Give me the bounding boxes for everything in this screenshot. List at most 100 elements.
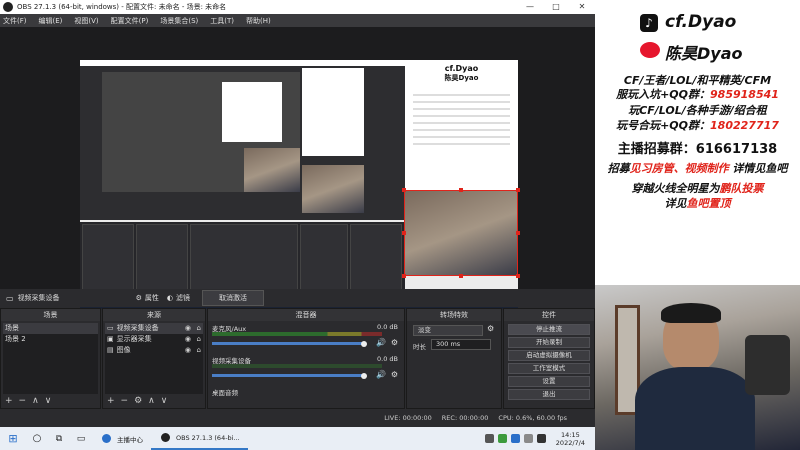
overlay-line-6: 招募见习房管、视频制作 详情见鱼吧: [607, 162, 788, 175]
volume-slider[interactable]: [212, 340, 367, 347]
scene-item[interactable]: 场景: [3, 323, 98, 334]
preview-canvas[interactable]: cf.Dyao 陈昊Dyao: [0, 27, 595, 309]
speaker-icon[interactable]: 🔊: [376, 370, 386, 379]
menu-help[interactable]: 帮助(H): [246, 16, 271, 26]
overlay-line-4: 玩号合玩+QQ群：180227717: [616, 119, 779, 132]
unlock-icon[interactable]: ⌂: [197, 345, 201, 356]
properties-button[interactable]: ⚙ 属性: [136, 293, 159, 303]
scenes-toolbar: + − ∧ ∨: [1, 394, 100, 408]
stop-streaming-button[interactable]: 停止推流: [508, 324, 590, 335]
controls-dock: 控件 停止推流 开始录制 启动虚拟摄像机 工作室模式 设置 退出: [503, 308, 595, 409]
sources-list: ▭ 视频采集设备 ◉ ⌂ ▣ 显示器采集 ◉ ⌂ ▤ 图像 ◉ ⌂: [105, 323, 203, 394]
transitions-dock: 转场特效 淡变 ⚙ 时长 300 ms: [406, 308, 502, 409]
screen: OBS 27.1.3 (64-bit, windows) - 配置文件: 未命名…: [0, 0, 800, 450]
windows-start-icon[interactable]: ⊞: [0, 427, 26, 450]
gear-icon[interactable]: ⚙: [487, 324, 494, 333]
mixer-channel: 视频采集设备 0.0 dB 🔊 ⚙: [208, 354, 404, 386]
start-virtual-camera-button[interactable]: 启动虚拟摄像机: [508, 350, 590, 361]
overlay-line-3: 玩CF/LOL/各种手游/绍合租: [628, 104, 767, 117]
scenes-title: 场景: [1, 309, 100, 321]
add-icon[interactable]: +: [5, 396, 13, 406]
tray-icon[interactable]: [497, 434, 507, 443]
overlay-line-7: 穿越火线全明星为鹏队投票: [631, 182, 764, 195]
remove-icon[interactable]: −: [19, 396, 27, 406]
add-icon[interactable]: +: [107, 396, 115, 406]
gear-icon[interactable]: ⚙: [391, 338, 398, 347]
menu-edit[interactable]: 编辑(E): [39, 16, 63, 26]
volume-meter: [212, 332, 382, 336]
menu-profile[interactable]: 配置文件(P): [111, 16, 149, 26]
task-view-icon[interactable]: ⧉: [48, 427, 70, 450]
transition-select[interactable]: 淡变: [413, 325, 483, 336]
overlay-line-2: 服玩入坑+QQ群：985918541: [616, 88, 779, 101]
volume-slider[interactable]: [212, 372, 367, 379]
search-icon[interactable]: ○: [26, 427, 48, 450]
nested-docks: [80, 222, 405, 294]
move-down-icon[interactable]: ∨: [45, 396, 52, 406]
move-down-icon[interactable]: ∨: [161, 396, 168, 406]
nested-webcam: [244, 148, 300, 192]
selected-source-bounds[interactable]: [402, 188, 520, 278]
webcam-feed: [595, 285, 800, 450]
clock[interactable]: 14:15 2022/7/4: [556, 431, 585, 447]
eye-icon[interactable]: ◉: [185, 345, 191, 356]
nested-text-overlay: cf.Dyao 陈昊Dyao: [405, 60, 518, 208]
overlay-line-5: 主播招募群：616617138: [617, 142, 778, 157]
controls-title: 控件: [504, 309, 594, 321]
menu-scene-collection[interactable]: 场景集合(S): [160, 16, 198, 26]
taskbar-app-obs[interactable]: OBS 27.1.3 (64-bi...: [151, 427, 248, 450]
remove-icon[interactable]: −: [121, 396, 129, 406]
overlay-line-8: 详见鱼吧置顶: [664, 197, 731, 210]
folder-icon[interactable]: ▭: [70, 427, 92, 450]
tray-icon[interactable]: [536, 434, 546, 443]
source-item[interactable]: ▤ 图像 ◉ ⌂: [105, 345, 203, 356]
tray-icon[interactable]: [523, 434, 533, 443]
taskbar-app-anchor-center[interactable]: 主播中心: [92, 427, 151, 450]
move-up-icon[interactable]: ∧: [148, 396, 155, 406]
title-bar: OBS 27.1.3 (64-bit, windows) - 配置文件: 未命名…: [0, 0, 595, 14]
overlay-handle-2: 陈昊Dyao: [665, 44, 743, 63]
duration-input[interactable]: 300 ms: [431, 339, 491, 350]
gear-icon[interactable]: ⚙: [391, 370, 398, 379]
scenes-list: 场景 场景 2: [3, 323, 98, 394]
sources-dock: 来源 ▭ 视频采集设备 ◉ ⌂ ▣ 显示器采集 ◉ ⌂ ▤ 图像 ◉ ⌂ + −…: [102, 308, 206, 409]
menu-view[interactable]: 视图(V): [74, 16, 98, 26]
status-bar: LIVE: 00:00:00 REC: 00:00:00 CPU: 0.6%, …: [0, 409, 595, 427]
gaming-chair: [745, 335, 790, 395]
settings-button[interactable]: 设置: [508, 376, 590, 387]
deactivate-button[interactable]: 取消激活: [201, 290, 264, 306]
app-icon: [102, 434, 111, 443]
minimize-button[interactable]: —: [517, 0, 543, 14]
start-recording-button[interactable]: 开始录制: [508, 337, 590, 348]
tray-icon[interactable]: [484, 434, 494, 443]
tiktok-logo-icon: ♪: [640, 14, 658, 32]
scenes-dock: 场景 场景 场景 2 + − ∧ ∨: [0, 308, 101, 409]
maximize-button[interactable]: □: [543, 0, 569, 14]
move-up-icon[interactable]: ∧: [32, 396, 39, 406]
close-button[interactable]: ✕: [569, 0, 595, 14]
filter-icon: ◐: [166, 294, 173, 302]
exit-button[interactable]: 退出: [508, 389, 590, 400]
windows-taskbar: ⊞ ○ ⧉ ▭ 主播中心 OBS 27.1.3 (64-bi... 14:15 …: [0, 427, 595, 450]
transitions-title: 转场特效: [407, 309, 501, 321]
studio-mode-button[interactable]: 工作室模式: [508, 363, 590, 374]
menu-tools[interactable]: 工具(T): [210, 16, 234, 26]
selected-source-label: 视频采集设备: [17, 294, 60, 302]
tray-icon[interactable]: [510, 434, 520, 443]
unlock-icon[interactable]: ⌂: [197, 323, 201, 334]
source-item[interactable]: ▣ 显示器采集 ◉ ⌂: [105, 334, 203, 345]
source-item[interactable]: ▭ 视频采集设备 ◉ ⌂: [105, 323, 203, 334]
streamer-shirt: [635, 367, 755, 450]
menu-file[interactable]: 文件(F): [3, 16, 27, 26]
eye-icon[interactable]: ◉: [185, 323, 191, 334]
eye-icon[interactable]: ◉: [185, 334, 191, 345]
unlock-icon[interactable]: ⌂: [197, 334, 201, 345]
speaker-icon[interactable]: 🔊: [376, 338, 386, 347]
filters-button[interactable]: ◐ 滤镜: [167, 293, 190, 303]
scene-item[interactable]: 场景 2: [3, 334, 98, 345]
image-icon: ▤: [107, 346, 114, 354]
stream-text-overlay: ♪ cf.Dyao 陈昊Dyao CF/王者/LOL/和平精英/CFM 服玩入坑…: [595, 0, 800, 285]
live-status: LIVE: 00:00:00: [384, 414, 432, 422]
volume-meter: [212, 364, 382, 368]
gear-icon[interactable]: ⚙: [134, 396, 142, 406]
